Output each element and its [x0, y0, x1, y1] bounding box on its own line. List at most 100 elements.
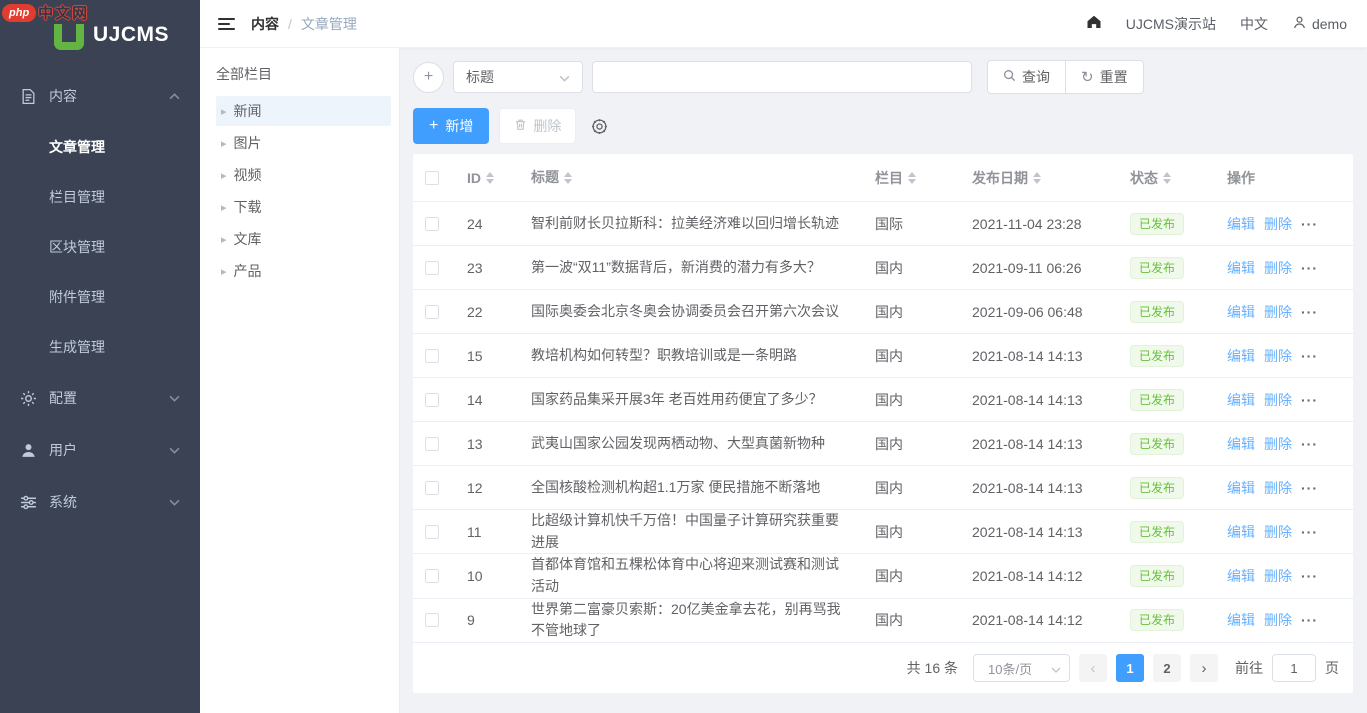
column-settings-icon[interactable] [591, 118, 608, 135]
page-button[interactable]: 2 [1153, 654, 1181, 682]
page-size-select[interactable]: 10条/页 [973, 654, 1070, 682]
tree-item[interactable]: ▸ 图片 [216, 128, 391, 158]
tree-item[interactable]: ▸ 视频 [216, 160, 391, 190]
filter-field-select[interactable]: 标题 [453, 61, 583, 93]
more-actions-icon[interactable]: ··· [1301, 304, 1318, 320]
reset-button[interactable]: ↻ 重置 [1065, 60, 1144, 94]
sidebar-item-config[interactable]: 配置 [0, 372, 200, 424]
sidebar-subitem[interactable]: 生成管理 [0, 322, 200, 372]
delete-button[interactable]: 删除 [499, 108, 576, 144]
row-checkbox[interactable] [425, 613, 439, 627]
page-button[interactable]: 1 [1116, 654, 1144, 682]
edit-link[interactable]: 编辑 [1227, 302, 1255, 322]
collapse-menu-icon[interactable] [218, 15, 235, 33]
sidebar-item-user[interactable]: 用户 [0, 424, 200, 476]
prev-page-button[interactable]: ‹ [1079, 654, 1107, 682]
delete-link[interactable]: 删除 [1264, 302, 1292, 322]
row-checkbox[interactable] [425, 525, 439, 539]
tree-item[interactable]: ▸ 下载 [216, 192, 391, 222]
tree-item[interactable]: ▸ 新闻 [216, 96, 391, 126]
edit-link[interactable]: 编辑 [1227, 434, 1255, 454]
edit-link[interactable]: 编辑 [1227, 258, 1255, 278]
edit-link[interactable]: 编辑 [1227, 478, 1255, 498]
article-table-card: ID 标题 栏目 发布日期 [413, 154, 1353, 693]
more-actions-icon[interactable]: ··· [1301, 612, 1318, 628]
cell-category: 国际 [875, 214, 972, 234]
caret-right-icon[interactable]: ▸ [221, 169, 227, 182]
status-badge: 已发布 [1130, 477, 1184, 499]
sidebar-subitem[interactable]: 附件管理 [0, 272, 200, 322]
row-checkbox[interactable] [425, 305, 439, 319]
row-checkbox[interactable] [425, 393, 439, 407]
tree-item[interactable]: ▸ 文库 [216, 224, 391, 254]
delete-link[interactable]: 删除 [1264, 522, 1292, 542]
caret-right-icon[interactable]: ▸ [221, 105, 227, 118]
column-header-category[interactable]: 栏目 [875, 168, 972, 188]
delete-link[interactable]: 删除 [1264, 610, 1292, 630]
delete-link[interactable]: 删除 [1264, 258, 1292, 278]
row-checkbox[interactable] [425, 217, 439, 231]
content: + 标题 查询 [400, 48, 1367, 713]
more-actions-icon[interactable]: ··· [1301, 392, 1318, 408]
sidebar-item-system[interactable]: 系统 [0, 476, 200, 528]
cell-date: 2021-08-14 14:13 [972, 480, 1130, 496]
select-all-checkbox[interactable] [425, 171, 439, 185]
more-actions-icon[interactable]: ··· [1301, 436, 1318, 452]
tree-title[interactable]: 全部栏目 [216, 64, 391, 84]
more-actions-icon[interactable]: ··· [1301, 260, 1318, 276]
delete-link[interactable]: 删除 [1264, 434, 1292, 454]
column-header-date[interactable]: 发布日期 [972, 168, 1130, 188]
breadcrumb-content[interactable]: 内容 [251, 14, 279, 34]
sidebar-subitem[interactable]: 文章管理 [0, 122, 200, 172]
sort-icons[interactable] [564, 172, 572, 184]
column-header-status[interactable]: 状态 [1130, 168, 1227, 188]
next-page-button[interactable]: › [1190, 654, 1218, 682]
edit-link[interactable]: 编辑 [1227, 214, 1255, 234]
row-checkbox[interactable] [425, 481, 439, 495]
chevron-down-icon [1051, 661, 1061, 676]
caret-right-icon[interactable]: ▸ [221, 265, 227, 278]
more-actions-icon[interactable]: ··· [1301, 348, 1318, 364]
delete-link[interactable]: 删除 [1264, 390, 1292, 410]
goto-page-input[interactable] [1272, 654, 1316, 682]
row-checkbox[interactable] [425, 569, 439, 583]
sort-icons[interactable] [1163, 172, 1171, 184]
edit-link[interactable]: 编辑 [1227, 346, 1255, 366]
sort-icons[interactable] [486, 172, 494, 184]
add-filter-button[interactable]: + [413, 62, 444, 93]
delete-link[interactable]: 删除 [1264, 214, 1292, 234]
home-icon[interactable] [1086, 14, 1102, 33]
caret-right-icon[interactable]: ▸ [221, 137, 227, 150]
site-link[interactable]: UJCMS演示站 [1126, 14, 1216, 34]
more-actions-icon[interactable]: ··· [1301, 216, 1318, 232]
sidebar-item-content[interactable]: 内容 [0, 70, 200, 122]
sidebar-subitem[interactable]: 栏目管理 [0, 172, 200, 222]
column-header-title[interactable]: 标题 [531, 167, 875, 189]
more-actions-icon[interactable]: ··· [1301, 480, 1318, 496]
add-button[interactable]: + 新增 [413, 108, 489, 144]
sidebar-subitem[interactable]: 区块管理 [0, 222, 200, 272]
query-button[interactable]: 查询 [987, 60, 1066, 94]
column-header-id[interactable]: ID [467, 170, 531, 186]
user-menu[interactable]: demo [1292, 15, 1347, 33]
row-checkbox[interactable] [425, 261, 439, 275]
row-checkbox[interactable] [425, 349, 439, 363]
sort-icons[interactable] [1033, 172, 1041, 184]
delete-link[interactable]: 删除 [1264, 346, 1292, 366]
caret-right-icon[interactable]: ▸ [221, 233, 227, 246]
edit-link[interactable]: 编辑 [1227, 522, 1255, 542]
language-switch[interactable]: 中文 [1240, 14, 1268, 34]
edit-link[interactable]: 编辑 [1227, 566, 1255, 586]
delete-link[interactable]: 删除 [1264, 478, 1292, 498]
caret-right-icon[interactable]: ▸ [221, 201, 227, 214]
row-checkbox[interactable] [425, 437, 439, 451]
edit-link[interactable]: 编辑 [1227, 390, 1255, 410]
more-actions-icon[interactable]: ··· [1301, 524, 1318, 540]
more-actions-icon[interactable]: ··· [1301, 568, 1318, 584]
tree-item[interactable]: ▸ 产品 [216, 256, 391, 286]
delete-link[interactable]: 删除 [1264, 566, 1292, 586]
edit-link[interactable]: 编辑 [1227, 610, 1255, 630]
cell-id: 10 [467, 568, 531, 584]
sort-icons[interactable] [908, 172, 916, 184]
keyword-input[interactable] [592, 61, 972, 93]
